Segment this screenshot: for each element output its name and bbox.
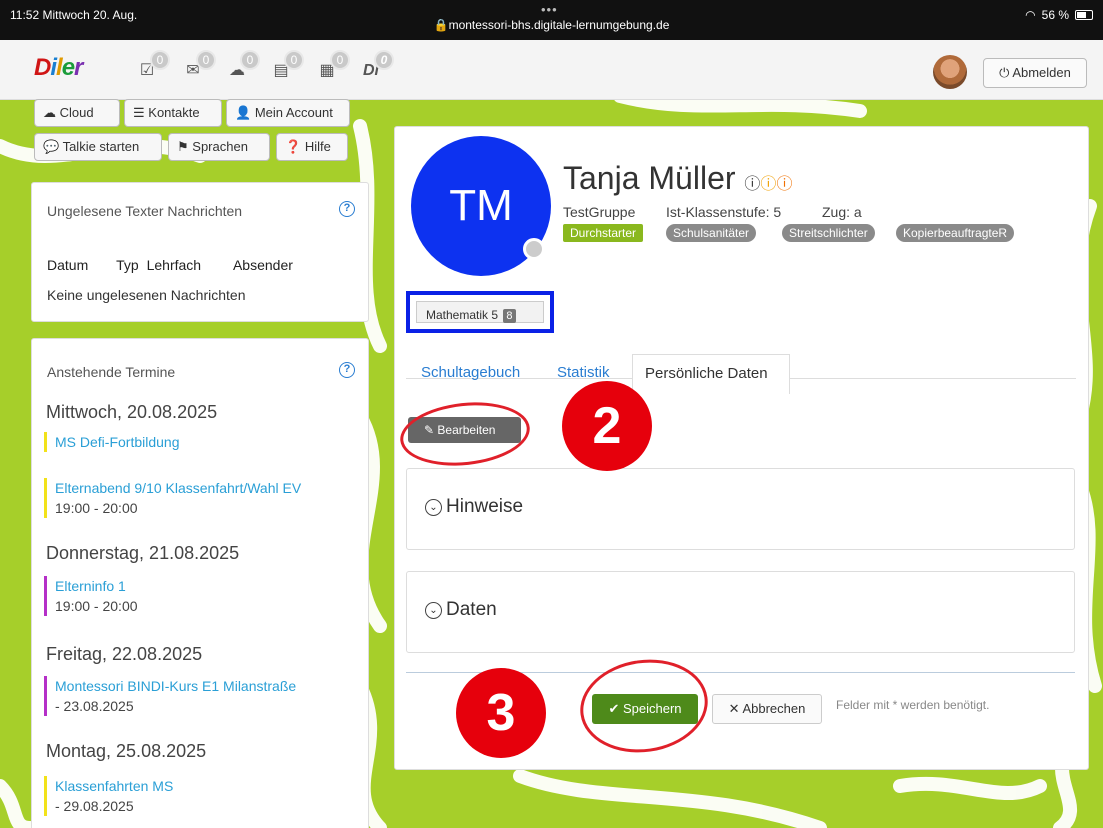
day-heading: Mittwoch, 20.08.2025 xyxy=(46,402,218,422)
messages-empty-text: Keine ungelesenen Nachrichten xyxy=(47,287,246,303)
online-status-dot xyxy=(523,238,545,260)
diler-logo[interactable]: Diler xyxy=(34,54,83,82)
url-bar[interactable]: 🔒montessori-bhs.digitale-lernumgebung.de xyxy=(0,18,1103,32)
help-button[interactable]: ❓ Hilfe xyxy=(276,133,348,161)
messages-table-header: Datum Typ Lehrfach Absender xyxy=(47,257,293,273)
cancel-button[interactable]: ✕ Abbrechen xyxy=(712,694,822,724)
talkie-start-button[interactable]: 💬 Talkie starten xyxy=(34,133,162,161)
user-avatar[interactable] xyxy=(933,55,967,89)
badge-count: 0 xyxy=(150,50,170,70)
daten-section[interactable]: ⌄ Daten xyxy=(406,571,1075,653)
appointment-item[interactable]: MS Defi-Fortbildung xyxy=(44,432,180,452)
tag-badge: Durchstarter xyxy=(563,224,644,242)
user-icon: 👤 xyxy=(235,105,252,120)
wifi-icon: ◠ xyxy=(1025,8,1036,22)
day-heading: Freitag, 22.08.2025 xyxy=(46,644,203,664)
info-warning-icon[interactable]: ⓘ xyxy=(760,176,776,193)
cloud-icon[interactable]: ☁ 0 xyxy=(226,50,260,82)
badge-count: 0 xyxy=(374,50,394,70)
diler-app-icon[interactable]: Di 0 xyxy=(360,50,394,82)
appointment-item[interactable]: Elterninfo 1 19:00 - 20:00 xyxy=(44,576,138,616)
chevron-down-icon: ⌄ xyxy=(425,602,442,619)
tag-badge: Schulsanitäter xyxy=(666,224,757,242)
chevron-down-icon: ⌄ xyxy=(425,499,442,516)
help-icon[interactable]: ? xyxy=(339,201,355,217)
question-icon: ❓ xyxy=(285,139,302,154)
subject-highlight[interactable]: Mathematik 5 8 xyxy=(406,291,554,333)
info-alert-icon[interactable]: ⓘ xyxy=(776,176,792,193)
student-avatar: TM xyxy=(411,136,551,276)
help-icon[interactable]: ? xyxy=(339,362,355,378)
badge-count: 0 xyxy=(240,50,260,70)
calendar-icon[interactable]: ▤ 0 xyxy=(270,50,304,82)
panel-title: Ungelesene Texter Nachrichten xyxy=(47,203,243,219)
mail-icon[interactable]: ✉ 0 xyxy=(182,50,216,82)
subject-chip[interactable]: Mathematik 5 8 xyxy=(416,301,544,323)
battery-indicator: ◠ 56 % xyxy=(1025,8,1093,22)
badge-count: 0 xyxy=(330,50,350,70)
tab-schultagebuch[interactable]: Schultagebuch xyxy=(408,352,533,394)
window-dots[interactable]: ••• xyxy=(541,2,558,17)
day-heading: Montag, 25.08.2025 xyxy=(46,741,207,761)
logout-button[interactable]: ⏻ Abmelden xyxy=(983,58,1087,88)
subject-count: 8 xyxy=(503,309,516,323)
tab-persoenliche-daten[interactable]: Persönliche Daten xyxy=(632,354,790,394)
building-icon[interactable]: ▦ 0 xyxy=(316,50,350,82)
my-account-button[interactable]: 👤 Mein Account xyxy=(226,99,350,127)
info-icon[interactable]: ⓘ xyxy=(744,176,760,193)
power-icon: ⏻ xyxy=(999,65,1010,80)
tag-badge: Streitschlichter xyxy=(782,224,875,242)
student-zug: Zug: a xyxy=(822,204,862,220)
flag-icon: ⚑ xyxy=(177,139,189,154)
task-check-icon[interactable]: ☑ 0 xyxy=(136,50,170,82)
student-name: Tanja Müller ⓘⓘⓘ xyxy=(563,160,793,196)
badge-count: 0 xyxy=(284,50,304,70)
list-icon: ☰ xyxy=(133,105,145,120)
unread-messages-panel: Ungelesene Texter Nachrichten ? Datum Ty… xyxy=(31,182,369,322)
student-grade: Ist-Klassenstufe: 5 xyxy=(666,204,782,220)
close-icon: ✕ xyxy=(728,701,740,716)
badge-count: 0 xyxy=(196,50,216,70)
step-2-marker: 2 xyxy=(562,381,652,471)
status-bar: 11:52 Mittwoch 20. Aug. ••• 🔒montessori-… xyxy=(0,0,1103,40)
chat-icon: 💬 xyxy=(43,139,60,154)
contacts-button[interactable]: ☰ Kontakte xyxy=(124,99,222,127)
hinweise-section[interactable]: ⌄ Hinweise xyxy=(406,468,1075,550)
battery-icon xyxy=(1075,10,1093,20)
cloud-button[interactable]: ☁ Cloud xyxy=(34,99,120,127)
tag-badge: KopierbeauftragteR xyxy=(896,224,1015,242)
required-note: Felder mit * werden benötigt. xyxy=(836,698,990,712)
appointment-item[interactable]: Elternabend 9/10 Klassenfahrt/Wahl EV 19:… xyxy=(44,478,301,518)
panel-title: Anstehende Termine xyxy=(47,364,176,380)
languages-button[interactable]: ⚑ Sprachen xyxy=(168,133,270,161)
day-heading: Donnerstag, 21.08.2025 xyxy=(46,543,240,563)
student-group: TestGruppe xyxy=(563,204,636,220)
step-3-marker: 3 xyxy=(456,668,546,758)
cloud-icon: ☁ xyxy=(43,105,56,120)
appointment-item[interactable]: Montessori BINDI-Kurs E1 Milanstraße - 23… xyxy=(44,676,296,716)
appointment-item[interactable]: Klassenfahrten MS - 29.08.2025 xyxy=(44,776,173,816)
